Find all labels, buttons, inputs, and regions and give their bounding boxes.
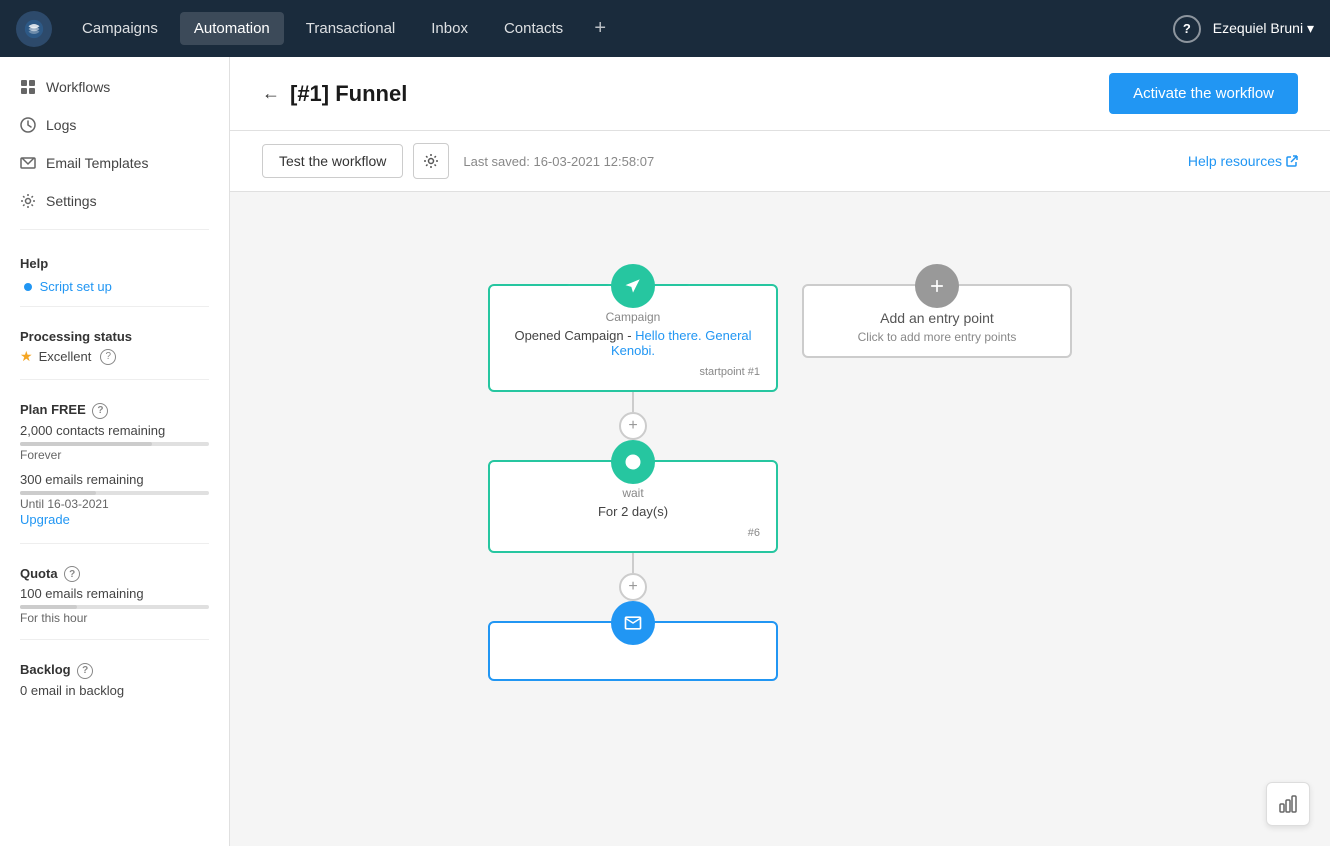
add-entry-subtitle: Click to add more entry points [820, 330, 1054, 344]
email-node[interactable] [488, 621, 778, 681]
contacts-remaining: 2,000 contacts remaining [20, 423, 209, 438]
user-menu-button[interactable]: Ezequiel Bruni ▾ [1213, 20, 1314, 37]
campaign-node[interactable]: Campaign Opened Campaign - Hello there. … [488, 284, 778, 392]
quota-progress-bar [20, 605, 209, 609]
chart-button[interactable] [1266, 782, 1310, 826]
campaign-node-badge: startpoint #1 [506, 366, 760, 378]
divider-5 [20, 639, 209, 640]
processing-status-label: Processing status [20, 329, 209, 344]
help-button[interactable]: ? [1173, 15, 1201, 43]
plan-label: Plan FREE ? [20, 402, 209, 419]
add-entry-point-node[interactable]: Add an entry point Click to add more ent… [802, 284, 1072, 358]
help-resources-label: Help resources [1188, 153, 1282, 169]
upgrade-link[interactable]: Upgrade [20, 512, 70, 527]
sidebar-item-logs[interactable]: Logs [0, 107, 229, 143]
sidebar-email-templates-label: Email Templates [46, 155, 148, 171]
quota-text: Quota [20, 566, 58, 581]
sidebar-logs-label: Logs [46, 117, 76, 133]
toolbar: Test the workflow Last saved: 16-03-2021… [230, 131, 1330, 192]
sidebar: Workflows Logs Email Templates Settings … [0, 57, 230, 846]
script-setup-link[interactable]: Script set up [0, 277, 229, 296]
wait-node[interactable]: wait For 2 day(s) #6 [488, 460, 778, 553]
line-1a [632, 392, 634, 412]
emails-progress-bar [20, 491, 209, 495]
line-2a [632, 553, 634, 573]
page-title: [#1] Funnel [290, 81, 407, 107]
help-icon-processing[interactable]: ? [100, 349, 116, 365]
test-workflow-button[interactable]: Test the workflow [262, 144, 403, 178]
quota-period: For this hour [20, 611, 209, 625]
add-step-button-2[interactable]: + [619, 573, 647, 601]
sidebar-item-email-templates[interactable]: Email Templates [0, 145, 229, 181]
star-icon: ★ [20, 348, 33, 365]
divider-3 [20, 379, 209, 380]
campaign-link[interactable]: Hello there. General Kenobi. [611, 328, 752, 358]
dot-icon [24, 283, 32, 291]
quota-emails: 100 emails remaining [20, 586, 209, 601]
plan-text: Plan FREE [20, 402, 86, 417]
add-entry-icon [915, 264, 959, 308]
emails-remaining: 300 emails remaining [20, 472, 209, 487]
plan-section: Plan FREE ? 2,000 contacts remaining For… [0, 390, 229, 533]
quota-label: Quota ? [20, 566, 209, 583]
topnav: Campaigns Automation Transactional Inbox… [0, 0, 1330, 57]
workflow-canvas-area[interactable]: Campaign Opened Campaign - Hello there. … [230, 192, 1330, 846]
wait-node-badge: #6 [506, 527, 760, 539]
add-entry-title: Add an entry point [820, 310, 1054, 326]
main-content: ← [#1] Funnel Activate the workflow Test… [230, 57, 1330, 846]
back-button[interactable]: ← [262, 83, 280, 104]
wait-node-type: wait [506, 486, 760, 500]
quota-progress-fill [20, 605, 77, 609]
divider-1 [20, 229, 209, 230]
logo[interactable] [16, 11, 52, 47]
contacts-progress-fill [20, 442, 152, 446]
backlog-text: Backlog [20, 662, 71, 677]
help-resources-link[interactable]: Help resources [1188, 153, 1298, 169]
nav-contacts[interactable]: Contacts [490, 12, 577, 45]
email-node-icon [611, 601, 655, 645]
backlog-value: 0 email in backlog [20, 683, 209, 698]
sidebar-settings-label: Settings [46, 193, 97, 209]
last-saved-text: Last saved: 16-03-2021 12:58:07 [463, 154, 654, 169]
help-icon-quota[interactable]: ? [64, 566, 80, 582]
backlog-label: Backlog ? [20, 662, 209, 679]
contacts-progress-bar [20, 442, 209, 446]
processing-status-value: ★ Excellent ? [20, 348, 209, 365]
backlog-section: Backlog ? 0 email in backlog [0, 650, 229, 704]
processing-status-section: Processing status ★ Excellent ? [0, 317, 229, 369]
activate-workflow-button[interactable]: Activate the workflow [1109, 73, 1298, 114]
wait-node-content: For 2 day(s) [506, 504, 760, 519]
campaign-node-icon [611, 264, 655, 308]
nav-automation[interactable]: Automation [180, 12, 284, 45]
divider-4 [20, 543, 209, 544]
excellent-text: Excellent [39, 349, 92, 364]
sidebar-item-settings[interactable]: Settings [0, 183, 229, 219]
script-setup-anchor[interactable]: Script set up [40, 279, 112, 294]
help-section-label: Help [0, 240, 229, 275]
campaign-prefix: Opened Campaign - [514, 328, 631, 343]
campaign-node-content: Opened Campaign - Hello there. General K… [506, 328, 760, 358]
wait-node-icon [611, 440, 655, 484]
title-area: ← [#1] Funnel [262, 81, 407, 107]
quota-section: Quota ? 100 emails remaining For this ho… [0, 554, 229, 630]
page-header: ← [#1] Funnel Activate the workflow [230, 57, 1330, 131]
nav-inbox[interactable]: Inbox [417, 12, 482, 45]
workflow-settings-button[interactable] [413, 143, 449, 179]
emails-until: Until 16-03-2021 [20, 497, 209, 511]
nav-transactional[interactable]: Transactional [292, 12, 410, 45]
help-icon-backlog[interactable]: ? [77, 663, 93, 679]
sidebar-item-workflows[interactable]: Workflows [0, 69, 229, 105]
sidebar-workflows-label: Workflows [46, 79, 110, 95]
campaign-node-type: Campaign [506, 310, 760, 324]
nav-campaigns[interactable]: Campaigns [68, 12, 172, 45]
divider-2 [20, 306, 209, 307]
help-icon-plan[interactable]: ? [92, 403, 108, 419]
workflow-nodes: Campaign Opened Campaign - Hello there. … [430, 262, 1130, 681]
add-menu-button[interactable]: + [585, 14, 615, 44]
main-layout: Workflows Logs Email Templates Settings … [0, 57, 1330, 846]
contacts-period: Forever [20, 448, 209, 462]
add-step-button-1[interactable]: + [619, 412, 647, 440]
emails-progress-fill [20, 491, 96, 495]
